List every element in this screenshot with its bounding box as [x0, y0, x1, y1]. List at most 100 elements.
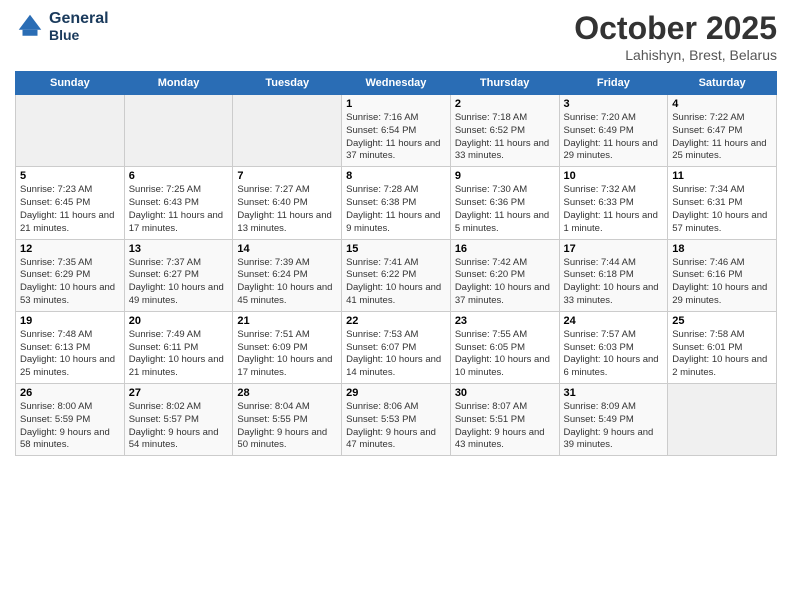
- week-row-1: 1 Sunrise: 7:16 AM Sunset: 6:54 PM Daylig…: [16, 95, 777, 167]
- header: General Blue October 2025 Lahishyn, Bres…: [15, 10, 777, 63]
- calendar-cell: 9 Sunrise: 7:30 AM Sunset: 6:36 PM Daylig…: [450, 167, 559, 239]
- day-number: 1: [346, 98, 446, 110]
- day-info: Sunrise: 7:57 AM Sunset: 6:03 PM Dayligh…: [564, 329, 664, 380]
- day-number: 5: [20, 170, 120, 182]
- day-number: 11: [672, 170, 772, 182]
- day-info: Sunrise: 7:39 AM Sunset: 6:24 PM Dayligh…: [237, 257, 337, 308]
- day-header-tuesday: Tuesday: [233, 72, 342, 95]
- calendar-cell: 15Sunrise: 7:41 AM Sunset: 6:22 PM Dayli…: [342, 239, 451, 311]
- week-row-3: 12 Sunrise: 7:35 AM Sunset: 6:29 PM Dayli…: [16, 239, 777, 311]
- calendar-cell: 4Sunrise: 7:22 AM Sunset: 6:47 PM Daylig…: [668, 95, 777, 167]
- day-header-friday: Friday: [559, 72, 668, 95]
- day-number: 20: [129, 315, 229, 327]
- day-number: 10: [564, 170, 664, 182]
- calendar-cell: [233, 95, 342, 167]
- day-info: Sunrise: 7:46 AM Sunset: 6:16 PM Dayligh…: [672, 257, 772, 308]
- day-info: Sunrise: 7:51 AM Sunset: 6:09 PM Dayligh…: [237, 329, 337, 380]
- day-info: Sunrise: 7:27 AM Sunset: 6:40 PM Dayligh…: [237, 184, 337, 235]
- day-info: Sunrise: 7:37 AM Sunset: 6:27 PM Dayligh…: [129, 257, 229, 308]
- logo: General Blue: [15, 10, 109, 43]
- calendar-cell: 19 Sunrise: 7:48 AM Sunset: 6:13 PM Dayli…: [16, 311, 125, 383]
- calendar-cell: 31 Sunrise: 8:09 AM Sunset: 5:49 PM Dayli…: [559, 384, 668, 456]
- calendar-cell: 5 Sunrise: 7:23 AM Sunset: 6:45 PM Daylig…: [16, 167, 125, 239]
- calendar-cell: 14 Sunrise: 7:39 AM Sunset: 6:24 PM Dayli…: [233, 239, 342, 311]
- calendar-cell: 10Sunrise: 7:32 AM Sunset: 6:33 PM Dayli…: [559, 167, 668, 239]
- calendar-cell: 29 Sunrise: 8:06 AM Sunset: 5:53 PM Dayli…: [342, 384, 451, 456]
- day-number: 18: [672, 243, 772, 255]
- calendar-cell: 21 Sunrise: 7:51 AM Sunset: 6:09 PM Dayli…: [233, 311, 342, 383]
- day-info: Sunrise: 7:35 AM Sunset: 6:29 PM Dayligh…: [20, 257, 120, 308]
- day-number: 4: [672, 98, 772, 110]
- day-number: 12: [20, 243, 120, 255]
- day-number: 31: [564, 387, 664, 399]
- calendar-cell: 11 Sunrise: 7:34 AM Sunset: 6:31 PM Dayli…: [668, 167, 777, 239]
- day-header-thursday: Thursday: [450, 72, 559, 95]
- calendar-cell: 26Sunrise: 8:00 AM Sunset: 5:59 PM Dayli…: [16, 384, 125, 456]
- day-info: Sunrise: 7:49 AM Sunset: 6:11 PM Dayligh…: [129, 329, 229, 380]
- day-number: 22: [346, 315, 446, 327]
- day-number: 19: [20, 315, 120, 327]
- calendar-cell: 18 Sunrise: 7:46 AM Sunset: 6:16 PM Dayli…: [668, 239, 777, 311]
- calendar-cell: 25 Sunrise: 7:58 AM Sunset: 6:01 PM Dayli…: [668, 311, 777, 383]
- calendar-cell: 3 Sunrise: 7:20 AM Sunset: 6:49 PM Daylig…: [559, 95, 668, 167]
- calendar-cell: 30 Sunrise: 8:07 AM Sunset: 5:51 PM Dayli…: [450, 384, 559, 456]
- day-info: Sunrise: 7:58 AM Sunset: 6:01 PM Dayligh…: [672, 329, 772, 380]
- day-number: 25: [672, 315, 772, 327]
- calendar-cell: 1 Sunrise: 7:16 AM Sunset: 6:54 PM Daylig…: [342, 95, 451, 167]
- day-number: 6: [129, 170, 229, 182]
- calendar-cell: 2 Sunrise: 7:18 AM Sunset: 6:52 PM Daylig…: [450, 95, 559, 167]
- week-row-5: 26Sunrise: 8:00 AM Sunset: 5:59 PM Dayli…: [16, 384, 777, 456]
- calendar-cell: 20 Sunrise: 7:49 AM Sunset: 6:11 PM Dayli…: [124, 311, 233, 383]
- days-header-row: SundayMondayTuesdayWednesdayThursdayFrid…: [16, 72, 777, 95]
- day-number: 30: [455, 387, 555, 399]
- week-row-4: 19 Sunrise: 7:48 AM Sunset: 6:13 PM Dayli…: [16, 311, 777, 383]
- day-info: Sunrise: 8:04 AM Sunset: 5:55 PM Dayligh…: [237, 401, 337, 452]
- day-header-saturday: Saturday: [668, 72, 777, 95]
- day-info: Sunrise: 7:30 AM Sunset: 6:36 PM Dayligh…: [455, 184, 555, 235]
- day-info: Sunrise: 7:20 AM Sunset: 6:49 PM Dayligh…: [564, 112, 664, 163]
- calendar-cell: 7 Sunrise: 7:27 AM Sunset: 6:40 PM Daylig…: [233, 167, 342, 239]
- day-info: Sunrise: 7:16 AM Sunset: 6:54 PM Dayligh…: [346, 112, 446, 163]
- day-info: Sunrise: 7:18 AM Sunset: 6:52 PM Dayligh…: [455, 112, 555, 163]
- day-number: 3: [564, 98, 664, 110]
- calendar-cell: [16, 95, 125, 167]
- calendar-cell: 12 Sunrise: 7:35 AM Sunset: 6:29 PM Dayli…: [16, 239, 125, 311]
- day-info: Sunrise: 8:06 AM Sunset: 5:53 PM Dayligh…: [346, 401, 446, 452]
- day-info: Sunrise: 7:34 AM Sunset: 6:31 PM Dayligh…: [672, 184, 772, 235]
- calendar-subtitle: Lahishyn, Brest, Belarus: [574, 47, 777, 63]
- calendar-cell: [124, 95, 233, 167]
- day-number: 13: [129, 243, 229, 255]
- day-info: Sunrise: 7:55 AM Sunset: 6:05 PM Dayligh…: [455, 329, 555, 380]
- calendar-cell: 13 Sunrise: 7:37 AM Sunset: 6:27 PM Dayli…: [124, 239, 233, 311]
- day-info: Sunrise: 7:23 AM Sunset: 6:45 PM Dayligh…: [20, 184, 120, 235]
- day-header-wednesday: Wednesday: [342, 72, 451, 95]
- day-info: Sunrise: 8:09 AM Sunset: 5:49 PM Dayligh…: [564, 401, 664, 452]
- day-header-monday: Monday: [124, 72, 233, 95]
- week-row-2: 5 Sunrise: 7:23 AM Sunset: 6:45 PM Daylig…: [16, 167, 777, 239]
- day-number: 28: [237, 387, 337, 399]
- day-number: 2: [455, 98, 555, 110]
- calendar-cell: 23Sunrise: 7:55 AM Sunset: 6:05 PM Dayli…: [450, 311, 559, 383]
- day-number: 8: [346, 170, 446, 182]
- day-number: 16: [455, 243, 555, 255]
- day-info: Sunrise: 8:07 AM Sunset: 5:51 PM Dayligh…: [455, 401, 555, 452]
- day-number: 7: [237, 170, 337, 182]
- calendar-cell: 16Sunrise: 7:42 AM Sunset: 6:20 PM Dayli…: [450, 239, 559, 311]
- day-info: Sunrise: 7:41 AM Sunset: 6:22 PM Dayligh…: [346, 257, 446, 308]
- logo-icon: [15, 11, 45, 41]
- calendar-cell: 22Sunrise: 7:53 AM Sunset: 6:07 PM Dayli…: [342, 311, 451, 383]
- calendar-cell: 24Sunrise: 7:57 AM Sunset: 6:03 PM Dayli…: [559, 311, 668, 383]
- logo-line1: General: [49, 10, 109, 28]
- day-info: Sunrise: 7:44 AM Sunset: 6:18 PM Dayligh…: [564, 257, 664, 308]
- day-info: Sunrise: 7:25 AM Sunset: 6:43 PM Dayligh…: [129, 184, 229, 235]
- day-number: 29: [346, 387, 446, 399]
- day-number: 21: [237, 315, 337, 327]
- day-number: 17: [564, 243, 664, 255]
- day-number: 14: [237, 243, 337, 255]
- calendar-cell: 6 Sunrise: 7:25 AM Sunset: 6:43 PM Daylig…: [124, 167, 233, 239]
- page-container: General Blue October 2025 Lahishyn, Bres…: [0, 0, 792, 461]
- day-header-sunday: Sunday: [16, 72, 125, 95]
- day-number: 9: [455, 170, 555, 182]
- calendar-cell: 27Sunrise: 8:02 AM Sunset: 5:57 PM Dayli…: [124, 384, 233, 456]
- day-info: Sunrise: 7:48 AM Sunset: 6:13 PM Dayligh…: [20, 329, 120, 380]
